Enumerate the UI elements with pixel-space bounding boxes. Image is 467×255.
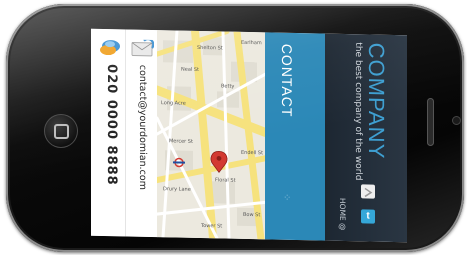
site-header: COMPANY the best company of the world HO… (325, 33, 407, 243)
street-label: Drury Lane (163, 186, 191, 193)
social-button-icon[interactable]: t (361, 209, 375, 224)
email-address[interactable]: contact@yourdomian.com (137, 65, 148, 190)
earpiece-speaker (427, 98, 434, 146)
phone-frame: 020 0000 8888 contact@yourdomian.com Lon… (6, 4, 464, 252)
phone-number[interactable]: 020 0000 8888 (104, 64, 119, 186)
company-tagline: the best company of the world (353, 42, 363, 181)
home-square-icon (54, 124, 69, 139)
dots-icon: ⁘ (283, 192, 292, 204)
street-label: Neal St (181, 67, 199, 73)
contact-section-band: CONTACT ⁘ (265, 32, 325, 241)
street-label: Shelton St (197, 45, 223, 52)
phone-icon (100, 40, 120, 56)
phone-screen: 020 0000 8888 contact@yourdomian.com Lon… (91, 28, 407, 243)
street-label: Betty (221, 83, 234, 89)
phone-row[interactable]: 020 0000 8888 (93, 29, 125, 237)
street-label: Mercer St (169, 138, 193, 145)
map-canvas: Long Acre Endell St Shelton St Floral St… (157, 30, 265, 240)
contact-heading: CONTACT (279, 43, 295, 118)
location-map[interactable]: Long Acre Endell St Shelton St Floral St… (157, 30, 265, 240)
contact-details-panel: 020 0000 8888 contact@yourdomian.com (91, 28, 158, 238)
nav-home-link[interactable]: HOME @ (338, 198, 347, 231)
home-button[interactable] (44, 114, 78, 148)
street-label: Earlham (241, 40, 262, 46)
front-camera-icon (452, 116, 461, 125)
street-label: Floral St (215, 177, 236, 183)
street-label: Bow St (243, 212, 260, 218)
street-label: Long Acre (161, 100, 186, 107)
email-row[interactable]: contact@yourdomian.com (125, 29, 158, 238)
company-logo-text[interactable]: COMPANY (363, 42, 389, 159)
close-icon[interactable] (361, 184, 375, 199)
street-label: Tower St (200, 223, 222, 229)
street-label: Endell St (241, 150, 263, 156)
mail-icon (131, 39, 154, 57)
